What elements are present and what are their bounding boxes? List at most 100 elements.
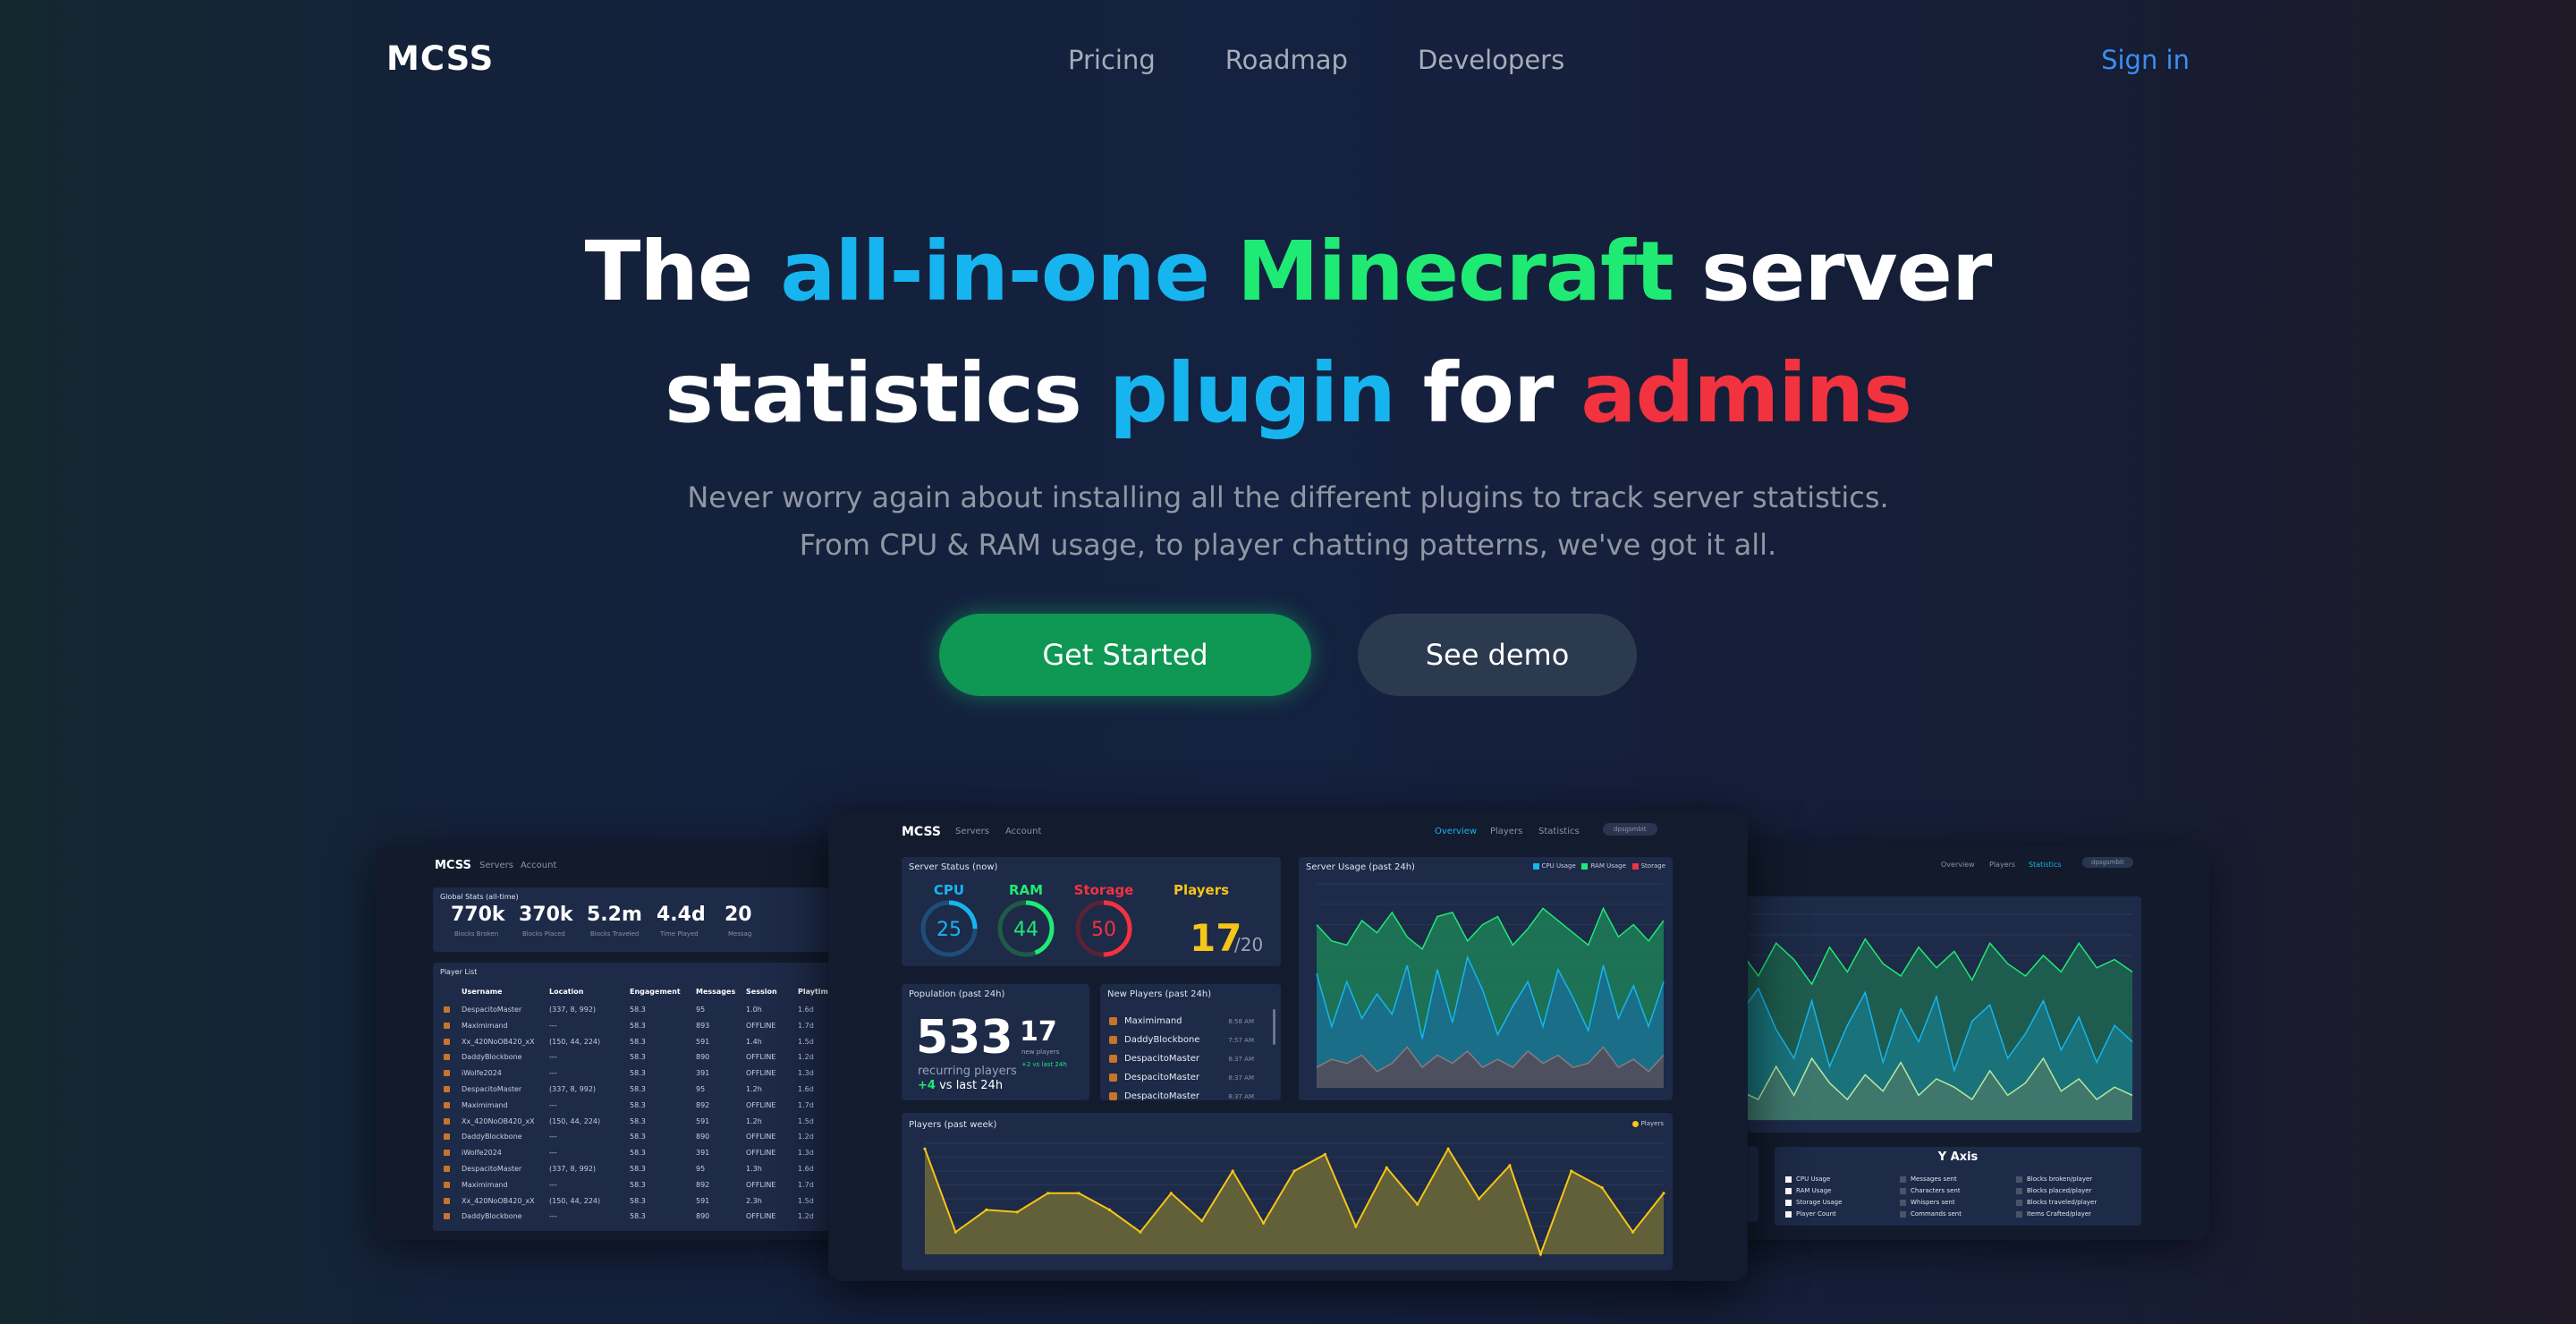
y-axis-option[interactable]: Messages sent [1900,1175,1957,1183]
y-axis-option[interactable]: Whispers sent [1900,1199,1955,1206]
table-cell: --- [549,1133,557,1142]
sign-in-link[interactable]: Sign in [2101,45,2190,75]
server-usage-panel: Server Usage (past 24h) CPU Usage RAM Us… [1299,857,1673,1100]
checkbox[interactable] [2016,1210,2022,1218]
table-cell: 591 [696,1116,710,1125]
recurring-delta-row: +4 vs last 24h [918,1079,1003,1092]
y-axis-option[interactable]: RAM Usage [1785,1187,1831,1194]
table-cell: --- [549,1212,557,1221]
y-axis-option[interactable]: Items Crafted/player [2016,1210,2091,1218]
new-player-row[interactable]: DespacitoMaster [1109,1091,1199,1100]
y-axis-option[interactable]: Characters sent [1900,1187,1961,1194]
table-cell: --- [549,1021,557,1030]
checkbox[interactable] [2016,1187,2022,1194]
demo-logo: MCSS [435,859,471,872]
nav-link-roadmap[interactable]: Roadmap [1225,45,1348,75]
column-header[interactable]: Session [746,988,777,996]
global-stat-label: Time Played [660,930,699,938]
table-cell: DaddyBlockbone [462,1053,522,1062]
demo-nav-servers: Servers [479,861,514,870]
table-cell: 1.0h [746,1006,762,1014]
table-cell: 58.3 [630,1133,646,1142]
hero-title-line-1: The all-in-one Minecraft server [0,211,2576,333]
demo-tab-statistics: Statistics [2029,861,2062,869]
hero-subtitle-line-1: Never worry again about installing all t… [687,480,1889,514]
new-player-row[interactable]: Maximimand [1109,1016,1182,1026]
y-axis-option[interactable]: Blocks broken/player [2016,1175,2092,1183]
players-point [1107,1208,1112,1211]
table-cell: 1.3d [798,1069,814,1078]
y-axis-option[interactable]: Player Count [1785,1210,1836,1218]
table-cell: 95 [696,1165,706,1173]
new-player-row[interactable]: DaddyBlockbone [1109,1035,1199,1045]
new-player-time: 8:37 AM [1228,1093,1254,1100]
table-cell: (150, 44, 224) [549,1037,601,1046]
nav-link-pricing[interactable]: Pricing [1068,45,1156,75]
y-axis-option[interactable]: Storage Usage [1785,1199,1842,1206]
table-cell: 391 [696,1069,710,1078]
player-avatar-icon [444,1101,450,1108]
table-cell: 591 [696,1196,710,1205]
new-player-row[interactable]: DespacitoMaster [1109,1054,1199,1064]
column-header[interactable]: Location [549,988,584,996]
hero-subtitle-line-2: From CPU & RAM usage, to player chatting… [799,528,1777,562]
global-stat-label: Blocks Traveled [590,930,640,938]
table-cell: 1.5d [798,1037,814,1046]
table-cell: 892 [696,1180,710,1189]
demo-nav-account: Account [1005,827,1042,836]
table-cell: OFFLINE [746,1021,776,1030]
y-axis-option[interactable]: Blocks traveled/player [2016,1199,2097,1206]
column-header[interactable]: Playtim [798,988,828,996]
checkbox[interactable] [1785,1175,1792,1183]
table-cell: 892 [696,1100,710,1109]
checkbox[interactable] [1900,1199,1906,1206]
player-avatar-icon [444,1006,450,1013]
players-point [1015,1210,1019,1214]
column-header[interactable]: Username [462,988,502,996]
logo[interactable]: MCSS [386,39,494,78]
table-cell: 1.3h [746,1165,762,1173]
new-count: 17 [1020,1016,1057,1048]
checkbox[interactable] [1900,1187,1906,1194]
option-label: Whispers sent [1911,1199,1955,1206]
global-stat-label: Messag [728,930,752,938]
checkbox[interactable] [2016,1175,2022,1183]
checkbox[interactable] [1785,1187,1792,1194]
cpu-gauge-value: 25 [936,919,962,941]
column-header[interactable]: Messages [696,988,735,996]
get-started-button[interactable]: Get Started [939,614,1311,696]
table-cell: 1.2h [746,1085,762,1093]
recurring-count: 533 [916,1011,1013,1065]
table-cell: (337, 8, 992) [549,1085,597,1093]
players-point [1600,1186,1604,1190]
table-cell: --- [549,1180,557,1189]
y-axis-option[interactable]: Commands sent [1900,1210,1962,1218]
hero-title-line-2: statistics plugin for admins [0,333,2576,454]
statistics-area-chart [1722,913,2133,1121]
player-name: DespacitoMaster [1124,1091,1200,1100]
checkbox[interactable] [1900,1175,1906,1183]
table-cell: 58.3 [630,1165,646,1173]
server-status-panel: Server Status (now) CPU RAM Storage 25 44… [902,857,1281,966]
table-cell: Xx_420NoOB420_xX [462,1116,535,1125]
column-header[interactable]: Engagement [630,988,681,996]
table-cell: 1.4h [746,1037,762,1046]
checkbox[interactable] [1785,1199,1792,1206]
global-stat-value: 5.2m [587,904,642,926]
checkbox[interactable] [2016,1199,2022,1206]
y-axis-option[interactable]: Blocks placed/player [2016,1187,2091,1194]
new-player-row[interactable]: DespacitoMaster [1109,1073,1199,1082]
table-cell: OFFLINE [746,1133,776,1142]
new-player-time: 7:57 AM [1228,1037,1254,1044]
see-demo-button[interactable]: See demo [1358,614,1637,696]
table-cell: 95 [696,1085,706,1093]
players-point [1446,1147,1450,1150]
checkbox[interactable] [1900,1210,1906,1218]
table-cell: (337, 8, 992) [549,1006,597,1014]
y-axis-panel: Y Axis CPU Usage Messages sent Blocks brok… [1775,1147,2141,1226]
table-cell: 58.3 [630,1069,646,1078]
checkbox[interactable] [1785,1210,1792,1218]
nav-link-developers[interactable]: Developers [1418,45,1564,75]
scrollbar[interactable] [1273,1009,1275,1045]
y-axis-option[interactable]: CPU Usage [1785,1175,1830,1183]
